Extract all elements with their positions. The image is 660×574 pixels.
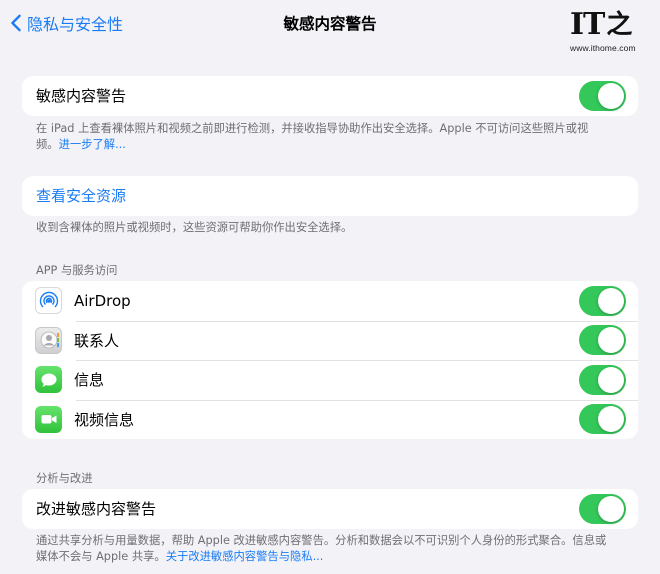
apps-section-header: APP 与服务访问 xyxy=(36,264,118,277)
about-privacy-link[interactable]: 关于改进敏感内容警告与隐私... xyxy=(166,550,324,563)
toggle-knob xyxy=(598,327,624,354)
watermark-url: www.ithome.com xyxy=(570,43,636,53)
sensitive-content-row: 敏感内容警告 xyxy=(22,76,638,116)
contacts-icon xyxy=(35,326,62,354)
analytics-footer: 通过共享分析与用量数据，帮助 Apple 改进敏感内容警告。分析和数据会以不可识… xyxy=(36,533,610,565)
watermark-logo-text: IT xyxy=(570,7,605,42)
facetime-toggle[interactable] xyxy=(579,404,626,435)
analytics-section-header: 分析与改进 xyxy=(36,472,93,485)
view-resources-row[interactable]: 查看安全资源 xyxy=(22,176,638,216)
sensitive-content-label: 敏感内容警告 xyxy=(36,87,127,106)
toggle-knob xyxy=(598,495,624,522)
airdrop-toggle[interactable] xyxy=(579,285,626,316)
improve-toggle[interactable] xyxy=(579,493,626,524)
app-label-facetime: 视频信息 xyxy=(74,410,135,429)
main-toggle-card: 敏感内容警告 xyxy=(22,76,638,116)
apps-card: AirDrop 联系人 信息 视频信息 xyxy=(22,281,638,439)
view-resources-link[interactable]: 查看安全资源 xyxy=(36,185,126,206)
toggle-knob xyxy=(598,406,624,433)
app-label-airdrop: AirDrop xyxy=(74,291,131,310)
improve-row: 改进敏感内容警告 xyxy=(22,489,638,529)
ithome-watermark: IT 之 www.ithome.com xyxy=(570,10,648,56)
facetime-icon xyxy=(35,405,62,433)
app-row-contacts: 联系人 xyxy=(22,320,638,361)
app-row-facetime: 视频信息 xyxy=(22,399,638,440)
main-footer: 在 iPad 上查看裸体照片和视频之前即进行检测，并接收指导协助作出安全选择。A… xyxy=(36,121,610,153)
learn-more-link[interactable]: 进一步了解... xyxy=(59,138,126,151)
resources-footer: 收到含裸体的照片或视频时，这些资源可帮助你作出安全选择。 xyxy=(36,221,353,234)
navigation-bar: 隐私与安全性 敏感内容警告 xyxy=(0,0,660,46)
ithome-logo: IT 之 xyxy=(570,7,648,42)
app-row-messages: 信息 xyxy=(22,360,638,400)
sensitive-content-toggle[interactable] xyxy=(579,80,626,111)
resources-card: 查看安全资源 xyxy=(22,176,638,216)
app-label-contacts: 联系人 xyxy=(74,331,120,350)
toggle-knob xyxy=(598,366,624,393)
page-title: 敏感内容警告 xyxy=(283,15,377,33)
watermark-logo-char: 之 xyxy=(606,10,633,40)
app-label-messages: 信息 xyxy=(74,371,105,390)
airdrop-icon xyxy=(35,287,62,315)
analytics-card: 改进敏感内容警告 xyxy=(22,489,638,529)
app-row-airdrop: AirDrop xyxy=(22,281,638,321)
messages-toggle[interactable] xyxy=(579,364,626,395)
improve-label: 改进敏感内容警告 xyxy=(36,500,157,519)
toggle-knob xyxy=(598,82,624,109)
toggle-knob xyxy=(598,287,624,314)
contacts-toggle[interactable] xyxy=(579,325,626,356)
messages-icon xyxy=(35,366,62,394)
